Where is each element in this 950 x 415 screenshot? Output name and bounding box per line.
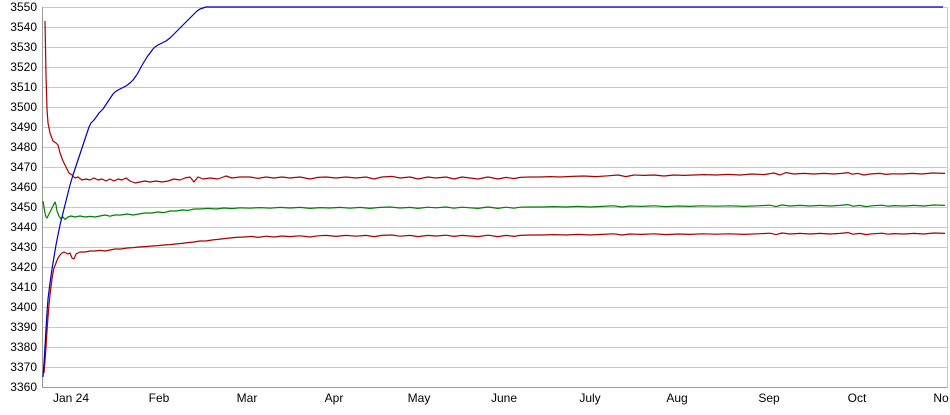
rating-history-chart-window: 3550 3540 3530 3520 3510 3500 3490 3480 3470 3460… [0,0,950,415]
y-axis-tick-label: 3500 [10,100,37,114]
y-axis-tick-label: 3430 [10,240,37,254]
series-red-lower-line [44,233,945,373]
y-axis-tick-label: 3370 [10,360,37,374]
x-axis-month-label: Jan 24 [53,391,89,405]
rating-history-chart: 3550 3540 3530 3520 3510 3500 3490 3480 3470 3460… [0,0,950,415]
x-axis-month-label: Oct [848,391,867,405]
x-axis-month-label: Apr [325,391,344,405]
y-axis-tick-label: 3380 [10,340,37,354]
x-axis-month-label: Feb [149,391,170,405]
y-axis-tick-label: 3530 [10,40,37,54]
series-blue-line [43,7,943,377]
y-axis-tick-label: 3540 [10,20,37,34]
y-axis-tick-label: 3360 [10,380,37,394]
y-axis-tick-label: 3440 [10,220,37,234]
y-axis-tick-label: 3390 [10,320,37,334]
x-axis-month-label: May [408,391,431,405]
y-axis-tick-label: 3470 [10,160,37,174]
y-axis-tick-label: 3520 [10,60,37,74]
y-axis-tick-label: 3400 [10,300,37,314]
series-red-upper-line [45,21,945,183]
x-axis-month-label: Aug [666,391,687,405]
y-axis-tick-label: 3460 [10,180,37,194]
x-axis-month-label: June [491,391,517,405]
y-axis-tick-label: 3420 [10,260,37,274]
y-axis-tick-label: 3550 [10,0,37,14]
y-axis-tick-label: 3410 [10,280,37,294]
x-axis-month-label: Mar [237,391,258,405]
y-axis-tick-label: 3510 [10,80,37,94]
x-axis-month-label: July [579,391,600,405]
series-green-line [43,201,945,219]
y-axis-tick-label: 3450 [10,200,37,214]
y-axis-tick-label: 3490 [10,120,37,134]
x-axis-month-label: Sep [758,391,780,405]
y-axis-tick-label: 3480 [10,140,37,154]
x-axis-month-label: No [933,391,949,405]
